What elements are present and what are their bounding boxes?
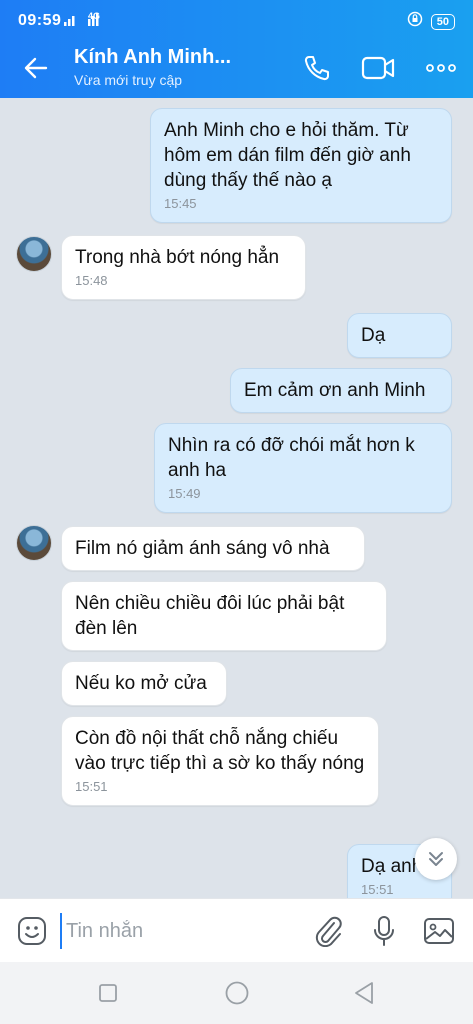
- message-bubble-received[interactable]: Trong nhà bớt nóng hẳn 15:48: [61, 235, 306, 300]
- app-bar: Kính Anh Minh... Vừa mới truy cập: [0, 38, 473, 98]
- system-navigation-bar: [0, 962, 473, 1024]
- message-text: Dạ: [361, 325, 386, 346]
- message-text: Nhìn ra có đỡ chói mắt hơn k anh ha: [168, 435, 415, 481]
- message-list[interactable]: Anh Minh cho e hỏi thăm. Từ hôm em dán f…: [0, 98, 473, 898]
- send-image-button[interactable]: [421, 913, 457, 949]
- message-bubble-sent[interactable]: Nhìn ra có đỡ chói mắt hơn k anh ha 15:4…: [154, 423, 452, 513]
- message-text: Nên chiều chiều đôi lúc phải bật đèn lên: [75, 593, 345, 639]
- message-time: 15:51: [361, 882, 394, 897]
- arrow-left-icon: [24, 57, 48, 79]
- back-button[interactable]: [18, 51, 54, 85]
- sticker-button[interactable]: [14, 913, 50, 949]
- message-text: Film nó giảm ánh sáng vô nhà: [75, 538, 330, 559]
- system-back-button[interactable]: [349, 978, 379, 1008]
- home-button[interactable]: [222, 978, 252, 1008]
- square-icon: [99, 984, 117, 1002]
- message-bubble-sent[interactable]: Em cảm ơn anh Minh: [230, 368, 452, 413]
- message-bubble-sent[interactable]: Anh Minh cho e hỏi thăm. Từ hôm em dán f…: [150, 108, 452, 223]
- message-bubble-received[interactable]: Nếu ko mở cửa: [61, 661, 227, 706]
- message-time: 15:48: [75, 273, 108, 288]
- video-call-button[interactable]: [361, 52, 395, 84]
- phone-icon: [304, 56, 329, 81]
- more-dots-icon: [426, 64, 456, 72]
- avatar[interactable]: [16, 236, 52, 272]
- message-time: 15:49: [168, 486, 201, 501]
- message-text: Em cảm ơn anh Minh: [244, 380, 426, 401]
- message-text: Trong nhà bớt nóng hẳn: [75, 247, 280, 268]
- chevron-double-down-icon: [429, 852, 443, 866]
- message-input-bar: [0, 898, 473, 962]
- message-time: 15:45: [164, 196, 197, 211]
- message-bubble-received[interactable]: Nên chiều chiều đôi lúc phải bật đèn lên: [61, 581, 387, 651]
- top-header: 09:59 4G 50 Kính Anh Minh... Vừa mới tru…: [0, 0, 473, 98]
- alarm-icon: [407, 11, 423, 32]
- message-bubble-received[interactable]: Film nó giảm ánh sáng vô nhà: [61, 526, 365, 571]
- circle-icon: [225, 981, 249, 1005]
- video-camera-icon: [361, 56, 395, 80]
- voice-record-button[interactable]: [366, 913, 402, 949]
- message-text: Còn đồ nội thất chỗ nắng chiếu vào trực …: [75, 728, 365, 774]
- paperclip-icon: [315, 916, 342, 947]
- contact-status: Vừa mới truy cập: [74, 72, 183, 88]
- status-bar: 09:59 4G 50: [0, 0, 473, 38]
- message-time: 15:51: [75, 779, 108, 794]
- attach-button[interactable]: [311, 913, 347, 949]
- battery-indicator: 50: [430, 13, 455, 30]
- status-right: 50: [407, 11, 455, 32]
- recent-apps-button[interactable]: [93, 978, 123, 1008]
- message-text: Nếu ko mở cửa: [75, 673, 207, 694]
- message-text: Dạ anh: [361, 856, 423, 877]
- contact-name[interactable]: Kính Anh Minh...: [74, 46, 231, 69]
- microphone-icon: [374, 916, 394, 946]
- message-bubble-received[interactable]: Còn đồ nội thất chỗ nắng chiếu vào trực …: [61, 716, 379, 806]
- call-button[interactable]: [300, 52, 334, 84]
- scroll-to-bottom-button[interactable]: [415, 838, 457, 880]
- status-time: 09:59: [18, 12, 62, 29]
- message-bubble-sent[interactable]: Dạ: [347, 313, 452, 358]
- network-type: 4G: [88, 11, 101, 21]
- triangle-back-icon: [355, 982, 373, 1004]
- message-text: Anh Minh cho e hỏi thăm. Từ hôm em dán f…: [164, 120, 411, 191]
- avatar[interactable]: [16, 525, 52, 561]
- sticker-smile-icon: [18, 917, 46, 945]
- more-options-button[interactable]: [424, 52, 458, 84]
- image-icon: [424, 918, 454, 944]
- message-input[interactable]: [60, 913, 300, 949]
